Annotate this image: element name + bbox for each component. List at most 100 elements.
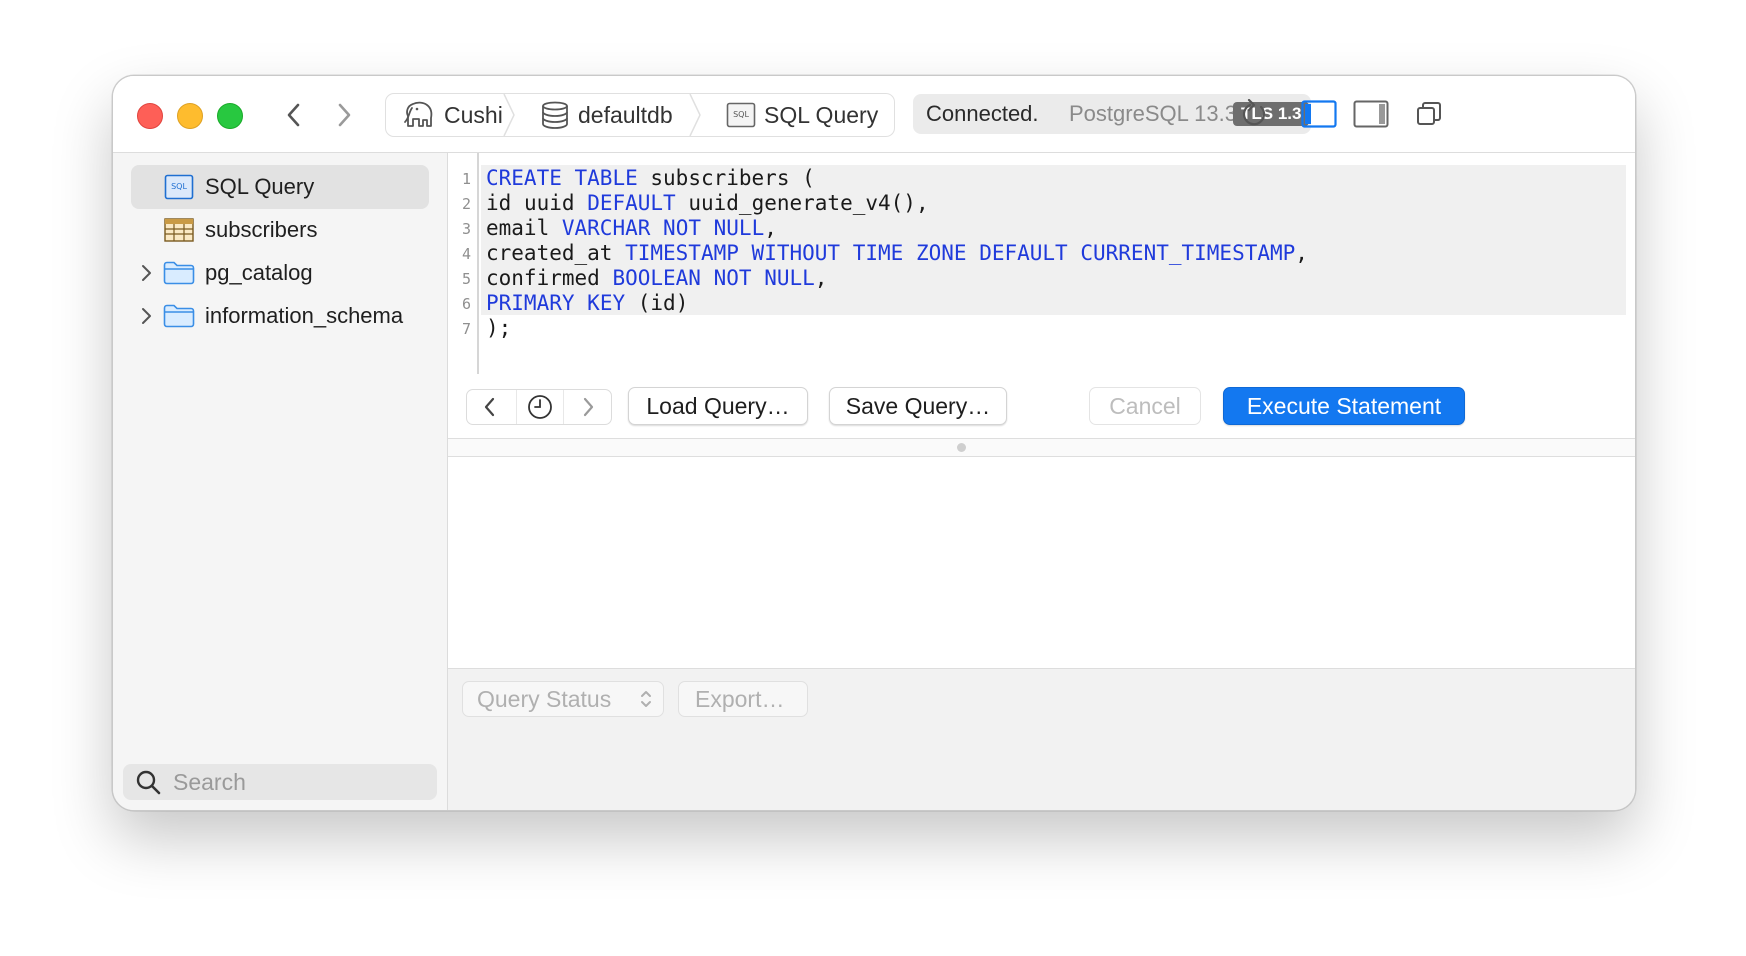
sidebar-item-subscribers[interactable]: subscribers <box>131 208 429 252</box>
minimize-window-button[interactable] <box>177 103 203 129</box>
sql-token: ( <box>789 166 815 190</box>
line-number-gutter: 1 2 3 4 5 6 7 <box>448 153 479 374</box>
sidebar-item-label: pg_catalog <box>205 260 313 285</box>
line-number: 7 <box>461 320 471 338</box>
split-view-divider[interactable] <box>448 438 1635 457</box>
code-line: created_at TIMESTAMP WITHOUT TIME ZONE D… <box>486 241 1308 266</box>
chevron-right-icon[interactable] <box>131 264 161 282</box>
history-navigation <box>466 389 612 425</box>
sql-token: ) <box>675 291 689 315</box>
code-line: confirmed BOOLEAN NOT NULL, <box>486 266 827 291</box>
sql-keyword: NULL <box>713 216 765 240</box>
sql-token: email <box>486 216 550 240</box>
chevron-left-icon <box>287 103 300 127</box>
history-button[interactable] <box>516 390 564 424</box>
database-icon <box>540 100 570 130</box>
sidebar-right-icon <box>1353 100 1389 128</box>
code-line: email VARCHAR NOT NULL, <box>486 216 777 241</box>
forward-button[interactable] <box>327 98 361 132</box>
sql-icon: SQL <box>161 174 197 200</box>
sql-token: id <box>486 191 512 215</box>
windows-icon <box>1417 102 1441 125</box>
export-button[interactable]: Export… <box>678 681 808 717</box>
status-bar: Query Status Export… <box>448 668 1635 810</box>
sql-keyword: NOT <box>663 216 701 240</box>
chevron-left-icon <box>484 397 495 417</box>
sql-keyword: CURRENT_TIMESTAMP <box>1080 241 1296 265</box>
query-toolbar: Load Query… Save Query… Cancel Execute S… <box>448 386 1635 438</box>
sql-token: created_at <box>486 241 613 265</box>
sql-keyword: BOOLEAN <box>612 266 701 290</box>
chevron-right-icon[interactable] <box>131 307 161 325</box>
sidebar-item-information-schema[interactable]: information_schema <box>131 294 429 338</box>
code-line: CREATE TABLE subscribers ( <box>486 166 815 191</box>
sidebar: SQL SQL Query subscribers pg_catalog inf… <box>113 153 448 810</box>
close-window-button[interactable] <box>137 103 163 129</box>
search-icon <box>135 769 161 795</box>
sidebar-left-icon <box>1301 100 1337 128</box>
search-input[interactable] <box>171 767 415 797</box>
cancel-button[interactable]: Cancel <box>1089 387 1201 425</box>
breadcrumb-item-connection[interactable]: Cushi <box>402 94 503 136</box>
toggle-left-sidebar-button[interactable] <box>1299 96 1339 132</box>
sql-editor[interactable]: 1 2 3 4 5 6 7 CREATE TABLE subscribers (… <box>448 153 1635 386</box>
line-number: 1 <box>461 170 471 188</box>
save-query-button[interactable]: Save Query… <box>829 387 1007 425</box>
query-status-label: Query Status <box>477 686 612 712</box>
sidebar-item-label: SQL Query <box>205 174 315 199</box>
svg-text:SQL: SQL <box>171 182 187 191</box>
server-version: PostgreSQL 13.3 <box>1069 101 1237 126</box>
line-number: 5 <box>461 270 471 288</box>
breadcrumb-label: Cushi <box>444 101 503 128</box>
divider-handle[interactable] <box>957 443 966 452</box>
execute-statement-button[interactable]: Execute Statement <box>1223 387 1465 425</box>
sql-keyword: KEY <box>587 291 626 315</box>
toggle-right-sidebar-button[interactable] <box>1351 96 1391 132</box>
breadcrumb-label: SQL Query <box>764 101 879 128</box>
sql-keyword: TIMESTAMP <box>625 241 739 265</box>
query-status-popup[interactable]: Query Status <box>462 681 664 717</box>
history-forward-button[interactable] <box>565 390 611 424</box>
code-line: id uuid DEFAULT uuid_generate_v4(), <box>486 191 929 216</box>
sql-token: , <box>1295 241 1308 265</box>
app-window: Cushi defaultdb SQL SQL Query Connected.… <box>112 75 1636 811</box>
elephant-icon <box>402 100 436 130</box>
toolbar: Cushi defaultdb SQL SQL Query Connected.… <box>113 76 1635 153</box>
new-window-button[interactable] <box>1411 96 1447 132</box>
folder-icon <box>161 261 197 285</box>
sql-token: subscribers <box>650 166 790 190</box>
breadcrumb-separator-icon <box>689 94 701 136</box>
line-number: 6 <box>461 295 471 313</box>
sql-keyword: ZONE <box>915 241 967 265</box>
breadcrumb-separator-icon <box>503 94 515 136</box>
sql-keyword: NOT <box>713 266 752 290</box>
breadcrumb-item-database[interactable]: defaultdb <box>540 94 673 136</box>
sql-keyword: VARCHAR <box>561 216 651 240</box>
line-number: 4 <box>461 245 471 263</box>
history-back-button[interactable] <box>467 390 513 424</box>
sidebar-item-pg-catalog[interactable]: pg_catalog <box>131 251 429 295</box>
results-pane <box>448 457 1635 668</box>
sidebar-item-sql-query[interactable]: SQL SQL Query <box>131 165 429 209</box>
back-button[interactable] <box>277 98 311 132</box>
refresh-button[interactable] <box>1237 96 1273 132</box>
breadcrumb-item-sql-query[interactable]: SQL SQL Query <box>726 94 878 136</box>
load-query-button[interactable]: Load Query… <box>628 387 808 425</box>
zoom-window-button[interactable] <box>217 103 243 129</box>
sql-keyword: TABLE <box>574 166 638 190</box>
